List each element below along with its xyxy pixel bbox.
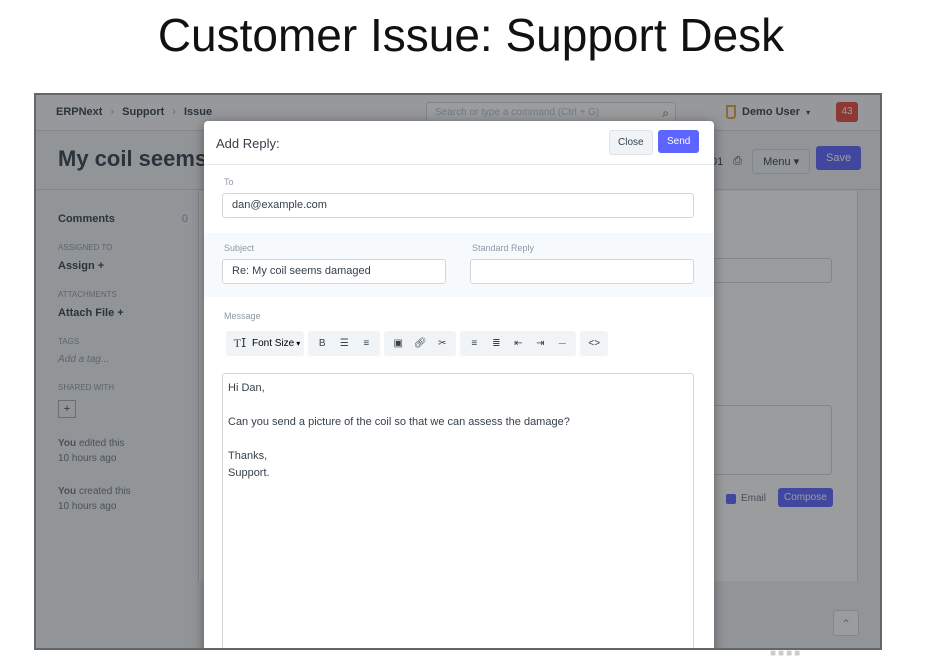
horizontal-rule-icon[interactable]: ― bbox=[552, 340, 572, 347]
message-editor[interactable]: Hi Dan, Can you send a picture of the co… bbox=[222, 373, 694, 648]
image-icon[interactable]: ▣ bbox=[388, 338, 408, 349]
code-group: <> bbox=[580, 331, 609, 356]
format-group: B ☰ ≡ bbox=[308, 331, 381, 356]
font-size-dropdown[interactable]: T𝖨 Font Size ▾ bbox=[226, 331, 305, 356]
code-view-icon[interactable]: <> bbox=[584, 338, 604, 349]
align-left-icon[interactable]: ≡ bbox=[464, 338, 484, 349]
font-size-label: Font Size bbox=[252, 338, 295, 349]
message-line bbox=[228, 431, 688, 448]
unlink-icon[interactable]: ✂ bbox=[432, 338, 452, 349]
add-reply-dialog: Add Reply: Close Send To dan@example.com… bbox=[204, 121, 714, 648]
message-line bbox=[228, 397, 688, 414]
subject-field[interactable]: Re: My coil seems damaged bbox=[222, 259, 446, 284]
align-center-icon[interactable]: ≣ bbox=[486, 338, 506, 349]
bullet-list-icon[interactable]: ☰ bbox=[334, 338, 354, 349]
chevron-down-icon: ▾ bbox=[296, 339, 301, 348]
standard-reply-label: Standard Reply bbox=[472, 243, 535, 253]
message-label: Message bbox=[224, 311, 261, 321]
dialog-header: Add Reply: Close Send bbox=[204, 121, 714, 165]
outdent-icon[interactable]: ⇤ bbox=[508, 338, 528, 349]
text-size-icon: T𝖨 bbox=[233, 336, 247, 350]
subject-label: Subject bbox=[224, 243, 255, 253]
to-label: To bbox=[224, 177, 234, 187]
send-button[interactable]: Send bbox=[658, 130, 700, 153]
message-line: Hi Dan, bbox=[228, 382, 265, 394]
bold-button[interactable]: B bbox=[312, 338, 332, 349]
link-icon[interactable]: 🔗︎ bbox=[410, 338, 430, 349]
app-screenshot: ERPNext › Support › Issue Search or type… bbox=[34, 93, 882, 650]
editor-toolbar: T𝖨 Font Size ▾ B ☰ ≡ ▣ 🔗︎ ✂ ≡ ≣ ⇤ ⇥ ― <> bbox=[226, 331, 609, 356]
numbered-list-icon[interactable]: ≡ bbox=[356, 338, 376, 349]
decorative-dots: ■■■■ bbox=[770, 648, 803, 659]
slide-title: Customer Issue: Support Desk bbox=[157, 9, 785, 61]
align-group: ≡ ≣ ⇤ ⇥ ― bbox=[460, 331, 577, 356]
message-line: Can you send a picture of the coil so th… bbox=[228, 416, 570, 428]
standard-reply-field[interactable] bbox=[470, 259, 694, 284]
dialog-title: Add Reply: bbox=[216, 136, 280, 151]
insert-group: ▣ 🔗︎ ✂ bbox=[384, 331, 457, 356]
to-field[interactable]: dan@example.com bbox=[222, 193, 694, 218]
message-line: Thanks, bbox=[228, 450, 268, 462]
close-button[interactable]: Close bbox=[609, 130, 653, 155]
message-line: Support. bbox=[228, 467, 270, 479]
indent-icon[interactable]: ⇥ bbox=[530, 338, 550, 349]
